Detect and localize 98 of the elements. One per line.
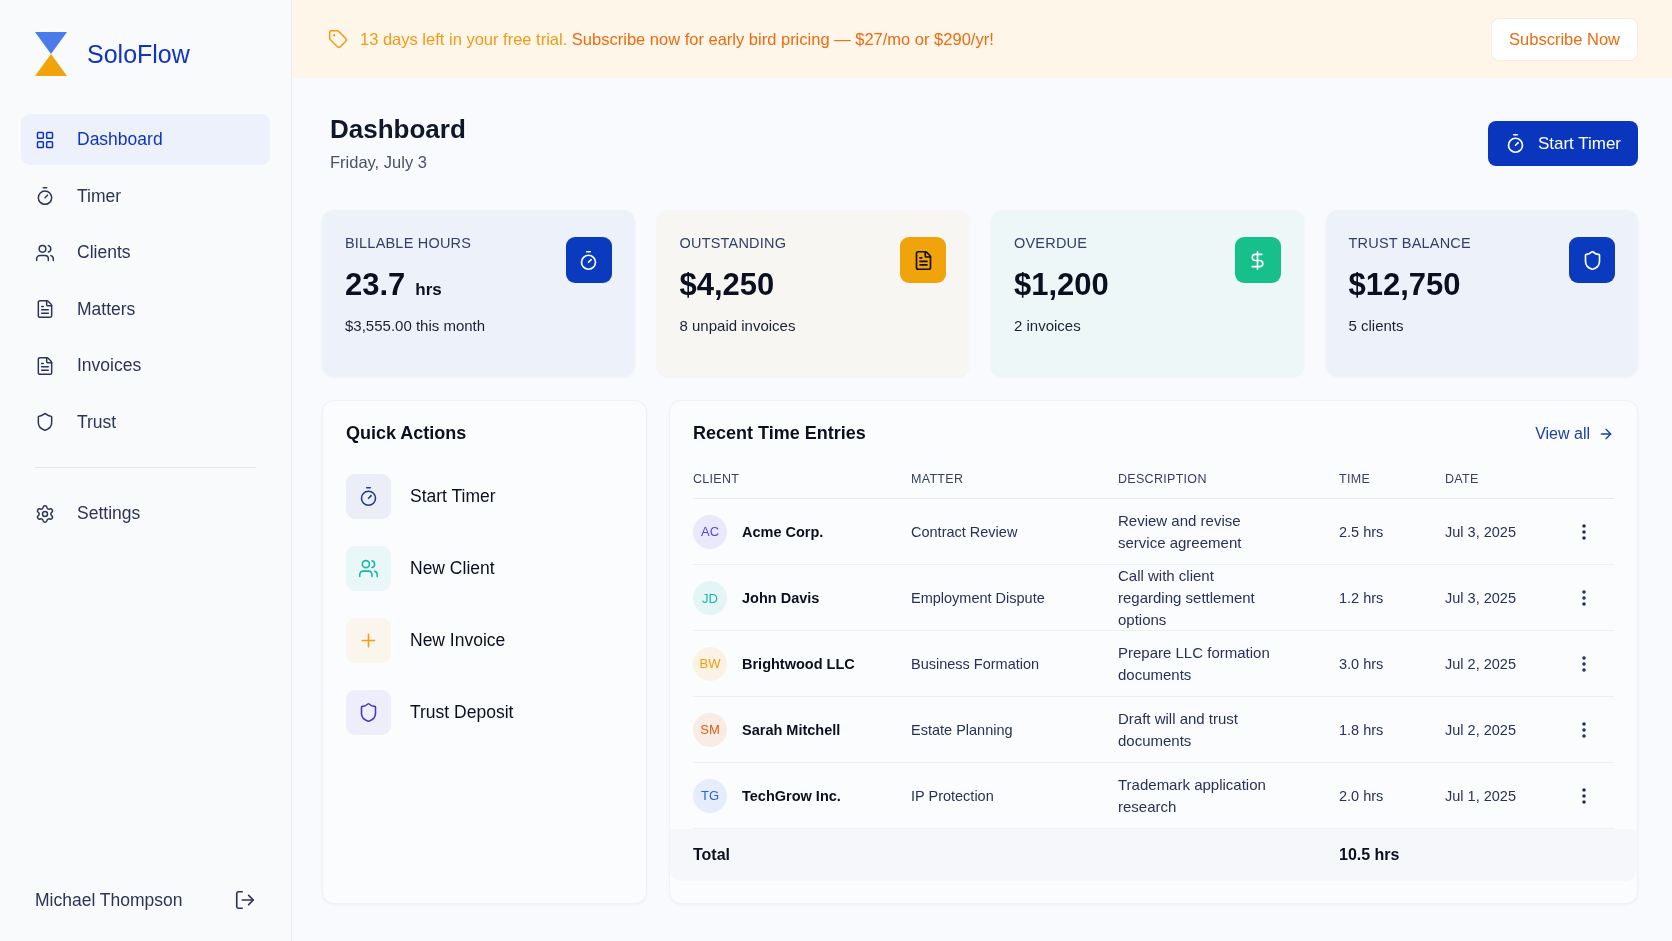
total-hours: 10.5 hrs <box>1339 846 1401 864</box>
client-avatar: JD <box>693 581 727 615</box>
trial-message: 13 days left in your free trial. Subscribe now for early bird pricing — $27/mo or $290/yr! <box>360 29 995 49</box>
people-icon <box>35 242 55 263</box>
tag-icon <box>328 29 348 49</box>
more-icon <box>1582 721 1586 738</box>
time-cell-text: 3.0 hrs <box>1339 654 1385 674</box>
client-avatar: SM <box>693 712 727 747</box>
stat-unit: hrs <box>415 280 442 300</box>
nav-item[interactable]: Dashboard <box>21 114 270 165</box>
client-name: TechGrow Inc. <box>742 787 841 804</box>
more-icon <box>1582 523 1586 540</box>
quick-action-link[interactable]: New Client <box>410 558 495 579</box>
nav-item[interactable]: Timer <box>21 170 270 222</box>
time-cell-text: 2.5 hrs <box>1339 522 1385 542</box>
panel-title: Recent Time Entries <box>693 423 866 444</box>
nav-item[interactable]: Settings <box>21 488 270 539</box>
more-menu-button[interactable] <box>1582 721 1586 738</box>
time-cell-text: 2.0 hrs <box>1339 786 1385 806</box>
page-date: Friday, July 3 <box>330 153 428 172</box>
column-header: DATE <box>1445 472 1480 486</box>
stat-caption: 5 clients <box>1348 317 1405 334</box>
document-icon <box>35 355 55 376</box>
description-cell-text: Prepare LLC formation documents <box>1118 642 1271 685</box>
date-cell-text: Jul 1, 2025 <box>1445 786 1517 806</box>
stat-label: TRUST BALANCE <box>1348 235 1472 251</box>
more-menu-button[interactable] <box>1582 590 1586 606</box>
matter-cell-text: Contract Review <box>911 522 1019 542</box>
grid-icon <box>35 129 55 150</box>
more-icon <box>1582 787 1586 804</box>
logout-icon[interactable] <box>234 889 256 911</box>
people-icon <box>358 558 379 579</box>
document-icon <box>35 299 55 319</box>
hourglass-logo <box>35 32 67 76</box>
description-cell-text: Draft will and trust documents <box>1118 708 1240 751</box>
user-name: Michael Thompson <box>35 889 183 911</box>
column-header: TIME <box>1339 472 1372 486</box>
stopwatch-icon <box>578 249 599 271</box>
action-icon-tile[interactable] <box>346 546 391 591</box>
matter-cell-text: Business Formation <box>911 654 1041 674</box>
more-menu-button[interactable] <box>1582 787 1586 804</box>
shield-icon <box>358 702 379 723</box>
stopwatch-icon <box>358 486 379 507</box>
quick-action-link[interactable]: Trust Deposit <box>410 702 514 723</box>
page-title: Dashboard <box>330 114 466 145</box>
nav-item[interactable]: Clients <box>21 227 270 278</box>
more-icon <box>1582 655 1586 672</box>
description-cell-text: Call with client regarding settlement options <box>1118 566 1256 630</box>
stat-caption: 2 invoices <box>1014 317 1082 334</box>
stat-label: OVERDUE <box>1014 235 1089 251</box>
column-header: DESCRIPTION <box>1118 472 1208 486</box>
date-cell-text: Jul 3, 2025 <box>1445 589 1517 608</box>
quick-action-link[interactable]: New Invoice <box>410 630 506 651</box>
column-header: MATTER <box>911 472 965 486</box>
stat-caption: 8 unpaid invoices <box>679 317 797 334</box>
nav-item[interactable]: Matters <box>21 283 270 335</box>
client-avatar: AC <box>693 514 727 549</box>
start-timer-button[interactable]: Start Timer <box>1487 121 1638 166</box>
date-cell-text: Jul 3, 2025 <box>1445 522 1517 542</box>
time-cell-text: 1.2 hrs <box>1339 589 1385 608</box>
stat-label: BILLABLE HOURS <box>345 235 473 251</box>
more-menu-button[interactable] <box>1582 655 1586 672</box>
client-name: Acme Corp. <box>742 523 824 540</box>
description-cell-text: Review and revise service agreement <box>1118 510 1243 553</box>
view-all-link[interactable]: View all <box>1535 424 1614 443</box>
stat-caption: $3,555.00 this month <box>345 317 487 334</box>
matter-cell-text: Employment Dispute <box>911 589 1046 608</box>
settings-icon <box>35 503 55 524</box>
matter-cell-text: IP Protection <box>911 786 995 806</box>
panel-title: Quick Actions <box>346 423 468 444</box>
stopwatch-icon <box>35 186 55 206</box>
stat-value: $1,200 <box>1014 267 1109 303</box>
time-cell-text: 1.8 hrs <box>1339 720 1385 740</box>
total-label: Total <box>693 846 732 864</box>
date-cell-text: Jul 2, 2025 <box>1445 720 1517 740</box>
date-cell-text: Jul 2, 2025 <box>1445 654 1517 674</box>
stat-value: $4,250 <box>679 267 775 303</box>
description-cell-text: Trademark application research <box>1118 774 1267 817</box>
action-icon-tile[interactable] <box>346 618 391 663</box>
nav-item[interactable]: Trust <box>21 396 270 448</box>
client-name: Sarah Mitchell <box>742 721 841 738</box>
brand-name: SoloFlow <box>87 39 190 69</box>
client-avatar: BW <box>693 646 727 681</box>
column-header: CLIENT <box>693 472 741 486</box>
nav-item[interactable]: Invoices <box>21 340 270 391</box>
stat-label: OUTSTANDING <box>679 235 788 251</box>
client-name: John Davis <box>742 590 820 606</box>
quick-action-link[interactable]: Start Timer <box>410 486 496 507</box>
action-icon-tile[interactable] <box>346 474 391 519</box>
client-avatar: TG <box>693 778 727 813</box>
more-icon <box>1582 590 1586 606</box>
stat-value: $12,750 <box>1348 267 1461 303</box>
client-name: Brightwood LLC <box>742 655 855 672</box>
action-icon-tile[interactable] <box>346 690 391 735</box>
stat-value: 23.7 <box>345 267 406 303</box>
matter-cell-text: Estate Planning <box>911 720 1014 740</box>
more-menu-button[interactable] <box>1582 523 1586 540</box>
shield-icon <box>35 412 55 432</box>
